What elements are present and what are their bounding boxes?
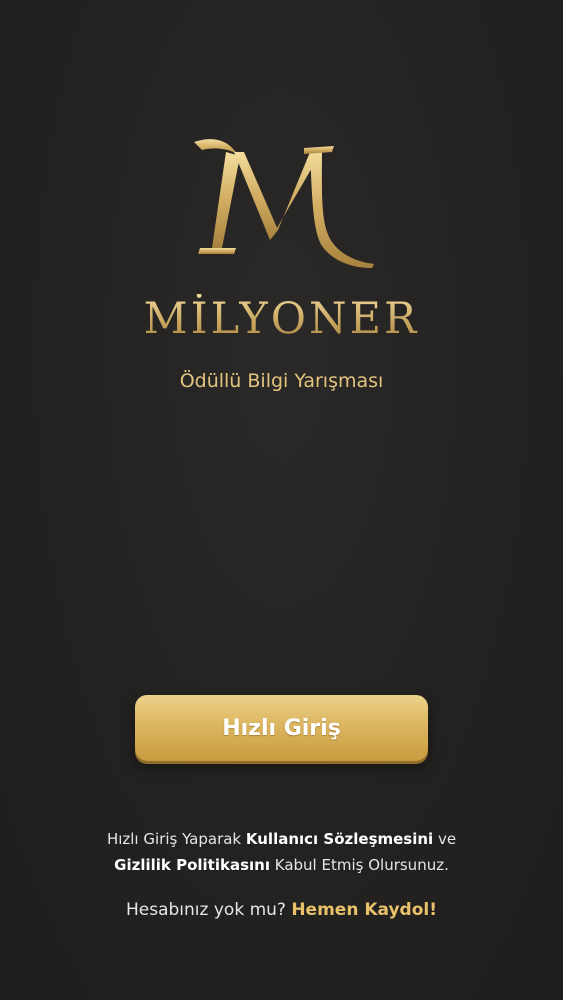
terms-conjunction: ve [433, 830, 457, 848]
m-letter-icon [193, 139, 374, 268]
quick-login-button[interactable]: Hızlı Giriş [135, 695, 428, 761]
terms-notice: Hızlı Giriş Yaparak Kullanıcı Sözleşmesi… [0, 826, 563, 878]
quick-login-label: Hızlı Giriş [222, 715, 341, 741]
brand-name: MİLYONER [0, 294, 563, 344]
privacy-policy-link[interactable]: Gizlilik Politikasını [114, 856, 270, 874]
m-monogram-logo [0, 130, 563, 280]
signup-link[interactable]: Hemen Kaydol! [291, 900, 437, 920]
terms-prefix: Hızlı Giriş Yaparak [106, 830, 246, 848]
user-agreement-link[interactable]: Kullanıcı Sözleşmesini [246, 830, 433, 848]
terms-suffix: Kabul Etmiş Olursunuz. [270, 856, 449, 874]
signup-prompt: Hesabınız yok mu? Hemen Kaydol! [0, 900, 563, 920]
signup-question: Hesabınız yok mu? [126, 900, 292, 920]
tagline: Ödüllü Bilgi Yarışması [179, 370, 384, 392]
